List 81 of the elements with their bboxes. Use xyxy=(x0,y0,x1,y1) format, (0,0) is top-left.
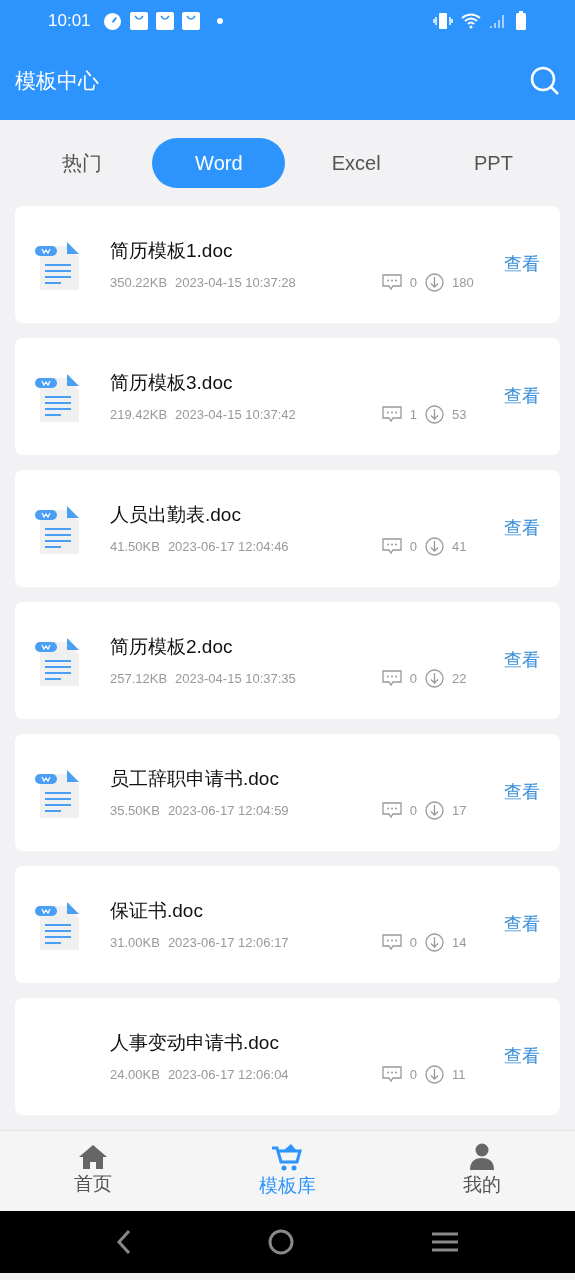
comment-icon xyxy=(381,802,402,820)
file-size: 35.50KB xyxy=(110,802,160,820)
download-icon xyxy=(425,273,444,293)
tab[interactable]: Word xyxy=(152,138,286,188)
comment-count: 0 xyxy=(409,274,417,292)
download-icon xyxy=(425,1065,444,1085)
file-name: 人员出勤表.doc xyxy=(110,502,242,527)
battery-icon xyxy=(515,11,527,31)
file-date: 2023-04-15 10:37:28 xyxy=(175,274,296,292)
view-link[interactable]: 查看 xyxy=(504,779,540,806)
comment-count: 0 xyxy=(409,802,417,820)
tab[interactable]: PPT xyxy=(427,138,560,188)
file-date: 2023-06-17 12:04:59 xyxy=(167,802,289,820)
download-count: 17 xyxy=(452,802,468,820)
file-size: 41.50KB xyxy=(110,538,160,556)
tab[interactable]: 热门 xyxy=(15,138,148,188)
download-count: 180 xyxy=(452,274,475,292)
comment-icon xyxy=(381,274,402,292)
status-time: 10:01 xyxy=(48,10,91,33)
view-link[interactable]: 查看 xyxy=(504,515,540,542)
file-size: 257.12KB xyxy=(110,670,168,688)
download-icon xyxy=(425,801,444,821)
comment-icon xyxy=(381,406,402,424)
file-name: 保证书.doc xyxy=(110,898,204,923)
file-date: 2023-06-17 12:06:04 xyxy=(167,1066,289,1084)
file-name: 简历模板3.doc xyxy=(110,370,234,395)
comment-icon xyxy=(381,538,402,556)
wifi-icon xyxy=(461,13,481,29)
home-icon xyxy=(77,1143,108,1170)
dot-icon xyxy=(215,17,224,25)
view-link[interactable]: 查看 xyxy=(504,911,540,938)
comment-count: 0 xyxy=(409,538,417,556)
signal-icon xyxy=(489,13,507,29)
comment-count: 0 xyxy=(409,934,417,952)
file-date: 2023-04-15 10:37:42 xyxy=(175,406,296,424)
download-count: 11 xyxy=(452,1066,467,1084)
file-size: 24.00KB xyxy=(110,1066,160,1084)
back-icon[interactable] xyxy=(116,1229,133,1255)
nav-tab[interactable]: 我的 xyxy=(457,1141,508,1201)
bag-icon xyxy=(155,12,174,30)
file-date: 2023-06-17 12:06:17 xyxy=(167,934,289,952)
file-name: 简历模板2.doc xyxy=(110,634,234,659)
comment-count: 0 xyxy=(409,1066,417,1084)
menu-icon[interactable] xyxy=(430,1231,459,1253)
file-name: 人事变动申请书.doc xyxy=(110,1030,280,1055)
view-link[interactable]: 查看 xyxy=(504,251,540,278)
gauge-icon xyxy=(102,11,122,31)
file-size: 31.00KB xyxy=(110,934,160,952)
person-icon xyxy=(469,1142,496,1171)
comment-icon xyxy=(381,934,402,952)
vibrate-icon xyxy=(433,12,453,30)
download-count: 22 xyxy=(452,670,468,688)
nav-tab[interactable]: 首页 xyxy=(67,1142,118,1200)
file-date: 2023-04-15 10:37:35 xyxy=(175,670,296,688)
file-size: 219.42KB xyxy=(110,406,168,424)
comment-count: 1 xyxy=(409,406,417,424)
nav-tab[interactable]: 模板库 xyxy=(253,1140,322,1202)
download-icon xyxy=(425,933,444,953)
bag-icon xyxy=(181,12,200,30)
view-link[interactable]: 查看 xyxy=(504,647,540,674)
comment-icon xyxy=(381,670,402,688)
view-link[interactable]: 查看 xyxy=(504,383,540,410)
download-icon xyxy=(425,669,444,689)
home-circle-icon[interactable] xyxy=(268,1229,295,1255)
app-title: 模板中心 xyxy=(15,68,99,95)
download-icon xyxy=(425,405,444,425)
download-icon xyxy=(425,537,444,557)
cart-icon xyxy=(271,1141,304,1172)
comment-icon xyxy=(381,1066,402,1084)
bag-icon xyxy=(129,12,148,30)
comment-count: 0 xyxy=(409,670,417,688)
file-size: 350.22KB xyxy=(110,274,168,292)
download-count: 14 xyxy=(452,934,468,952)
file-name: 简历模板1.doc xyxy=(110,238,234,263)
file-name: 员工辞职申请书.doc xyxy=(110,766,280,791)
download-count: 41 xyxy=(452,538,468,556)
file-date: 2023-06-17 12:04:46 xyxy=(167,538,289,556)
view-link[interactable]: 查看 xyxy=(504,1043,540,1070)
download-count: 53 xyxy=(452,406,468,424)
search-icon[interactable] xyxy=(530,66,560,96)
tab[interactable]: Excel xyxy=(289,138,423,188)
